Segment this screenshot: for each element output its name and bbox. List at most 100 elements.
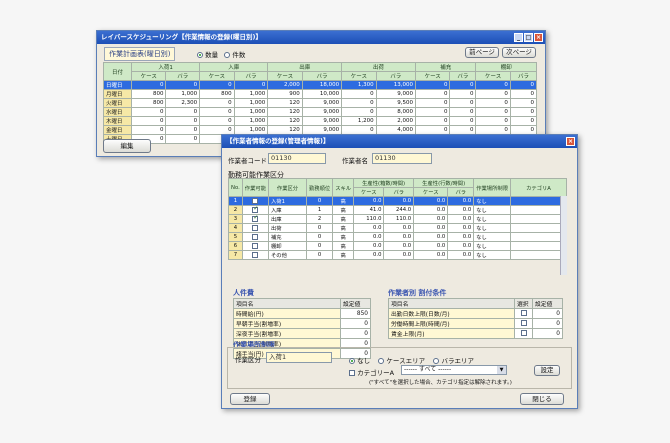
grid-cell[interactable]: 0 (414, 107, 451, 117)
possible-cell[interactable] (241, 223, 270, 233)
grid-cell[interactable]: 0 (165, 107, 201, 117)
grid-cell[interactable]: 0 (341, 98, 377, 108)
category-cell[interactable] (510, 250, 567, 260)
grid-cell[interactable]: 0 (199, 98, 235, 108)
select-checkbox[interactable] (520, 330, 527, 337)
grid-cell[interactable]: 120 (267, 98, 303, 108)
work-type-cell[interactable]: 出庫 (268, 214, 307, 224)
grid-cell[interactable]: 0 (449, 116, 477, 126)
place-cell[interactable]: なし (473, 241, 511, 251)
register-button[interactable]: 登録 (230, 393, 270, 405)
work-type-cell[interactable]: 棚卸 (268, 241, 307, 251)
grid-cell[interactable]: 0 (414, 116, 451, 126)
item-value[interactable]: 0 (532, 328, 563, 339)
row-number[interactable]: 5 (228, 232, 243, 242)
value-cell[interactable]: 0.0 (447, 232, 475, 242)
rank-cell[interactable]: 0 (305, 232, 334, 242)
row-number[interactable]: 7 (228, 250, 243, 260)
value-cell[interactable]: 0.0 (383, 241, 415, 251)
grid-cell[interactable]: 9,000 (301, 107, 343, 117)
grid-cell[interactable]: 0 (449, 89, 477, 99)
grid-cell[interactable]: 0 (130, 107, 167, 117)
possible-cell[interactable] (241, 196, 270, 206)
grid-cell[interactable]: 0 (475, 80, 511, 90)
possible-cell[interactable] (241, 232, 270, 242)
grid-cell[interactable]: 0 (165, 134, 201, 144)
grid-cell[interactable]: 9,500 (375, 98, 416, 108)
grid-cell[interactable]: 0 (414, 80, 451, 90)
minimize-icon[interactable]: _ (514, 33, 523, 42)
rank-cell[interactable]: 1 (305, 205, 334, 215)
value-cell[interactable]: 0.0 (383, 223, 415, 233)
grid-cell[interactable]: 0 (449, 80, 477, 90)
grid-cell[interactable]: 18,000 (301, 80, 343, 90)
table-row[interactable]: 木曜日 0 0 0 1,000 120 9,000 1,200 2,000 0 0 0 0 (103, 116, 538, 126)
grid-cell[interactable]: 8,000 (375, 107, 416, 117)
row-number[interactable]: 2 (228, 205, 243, 215)
grid-cell[interactable]: 0 (509, 80, 538, 90)
table-row[interactable]: 1 入荷1 0 高 0.0 0.0 0.0 0.0 なし (228, 196, 567, 206)
maximize-icon[interactable]: □ (524, 33, 533, 42)
table-row[interactable]: 7 その他 0 高 0.0 0.0 0.0 0.0 なし (228, 250, 567, 260)
table-row[interactable]: 2入庫1高41.0244.00.00.0なし (228, 205, 567, 215)
work-possible-checkbox[interactable] (252, 216, 258, 222)
category-select[interactable]: ------ すべて ------ ▼ (401, 365, 507, 375)
rank-cell[interactable]: 0 (305, 223, 334, 233)
possible-cell[interactable] (241, 214, 270, 224)
work-type-cell[interactable]: 補充 (268, 232, 307, 242)
skill-cell[interactable]: 高 (332, 205, 355, 215)
row-number[interactable]: 1 (228, 196, 243, 206)
value-cell[interactable]: 0.0 (353, 241, 385, 251)
grid-cell[interactable]: 1,000 (165, 89, 201, 99)
grid-cell[interactable]: 0 (199, 80, 235, 90)
grid-cell[interactable]: 0 (449, 107, 477, 117)
value-cell[interactable]: 0.0 (353, 232, 385, 242)
grid-cell[interactable]: 0 (341, 89, 377, 99)
grid-cell[interactable]: 1,000 (233, 89, 269, 99)
table-row[interactable]: 月曜日 800 1,000 800 1,000 900 10,000 0 9,000 0 0 0 0 (103, 89, 538, 99)
grid-cell[interactable]: 900 (267, 89, 303, 99)
grid-cell[interactable]: 0 (475, 89, 511, 99)
row-number[interactable]: 4 (228, 223, 243, 233)
grid-cell[interactable]: 1,200 (341, 116, 377, 126)
value-cell[interactable]: 110.0 (383, 214, 415, 224)
work-possible-checkbox[interactable] (252, 224, 259, 231)
grid-cell[interactable]: 0 (165, 80, 201, 90)
grid-cell[interactable]: 0 (475, 107, 511, 117)
grid-cell[interactable]: 0 (414, 98, 451, 108)
close-icon[interactable]: × (566, 137, 575, 146)
skill-cell[interactable]: 高 (332, 214, 355, 224)
value-cell[interactable]: 0.0 (413, 214, 449, 224)
grid-cell[interactable]: 0 (165, 125, 201, 135)
work-possible-checkbox[interactable] (252, 197, 259, 204)
table-row[interactable]: 6 棚卸 0 高 0.0 0.0 0.0 0.0 なし (228, 241, 567, 251)
value-cell[interactable]: 0.0 (447, 241, 475, 251)
close-button[interactable]: 閉じる (520, 393, 564, 405)
item-value[interactable]: 0 (340, 318, 371, 329)
table-row[interactable]: 3出庫2高110.0110.00.00.0なし (228, 214, 567, 224)
value-cell[interactable]: 0.0 (353, 223, 385, 233)
value-cell[interactable]: 0.0 (447, 196, 475, 206)
worker-code-field[interactable]: 01130 (268, 153, 326, 164)
possible-cell[interactable] (241, 241, 270, 251)
grid-cell[interactable]: 0 (165, 116, 201, 126)
value-cell[interactable]: 41.0 (353, 205, 385, 215)
rank-cell[interactable]: 0 (305, 196, 334, 206)
table-row[interactable]: 日曜日 0 0 0 0 2,000 18,000 1,300 13,000 0 0 0 0 (103, 80, 538, 90)
rank-cell[interactable]: 2 (305, 214, 334, 224)
grid-cell[interactable]: 1,300 (341, 80, 377, 90)
radio-quantity[interactable] (197, 52, 203, 58)
table-row[interactable]: 4 出荷 0 高 0.0 0.0 0.0 0.0 なし (228, 223, 567, 233)
grid-cell[interactable]: 0 (509, 98, 538, 108)
grid-cell[interactable]: 800 (199, 89, 235, 99)
item-value[interactable]: 850 (340, 308, 371, 319)
grid-cell[interactable]: 2,000 (375, 116, 416, 126)
grid-cell[interactable]: 9,000 (301, 98, 343, 108)
item-value[interactable]: 0 (532, 308, 563, 319)
grid-cell[interactable]: 0 (130, 116, 167, 126)
value-cell[interactable]: 0.0 (413, 232, 449, 242)
grid-cell[interactable]: 1,000 (233, 107, 269, 117)
row-number[interactable]: 6 (228, 241, 243, 251)
work-type-cell[interactable]: その他 (268, 250, 307, 260)
place-cell[interactable]: なし (473, 232, 511, 242)
